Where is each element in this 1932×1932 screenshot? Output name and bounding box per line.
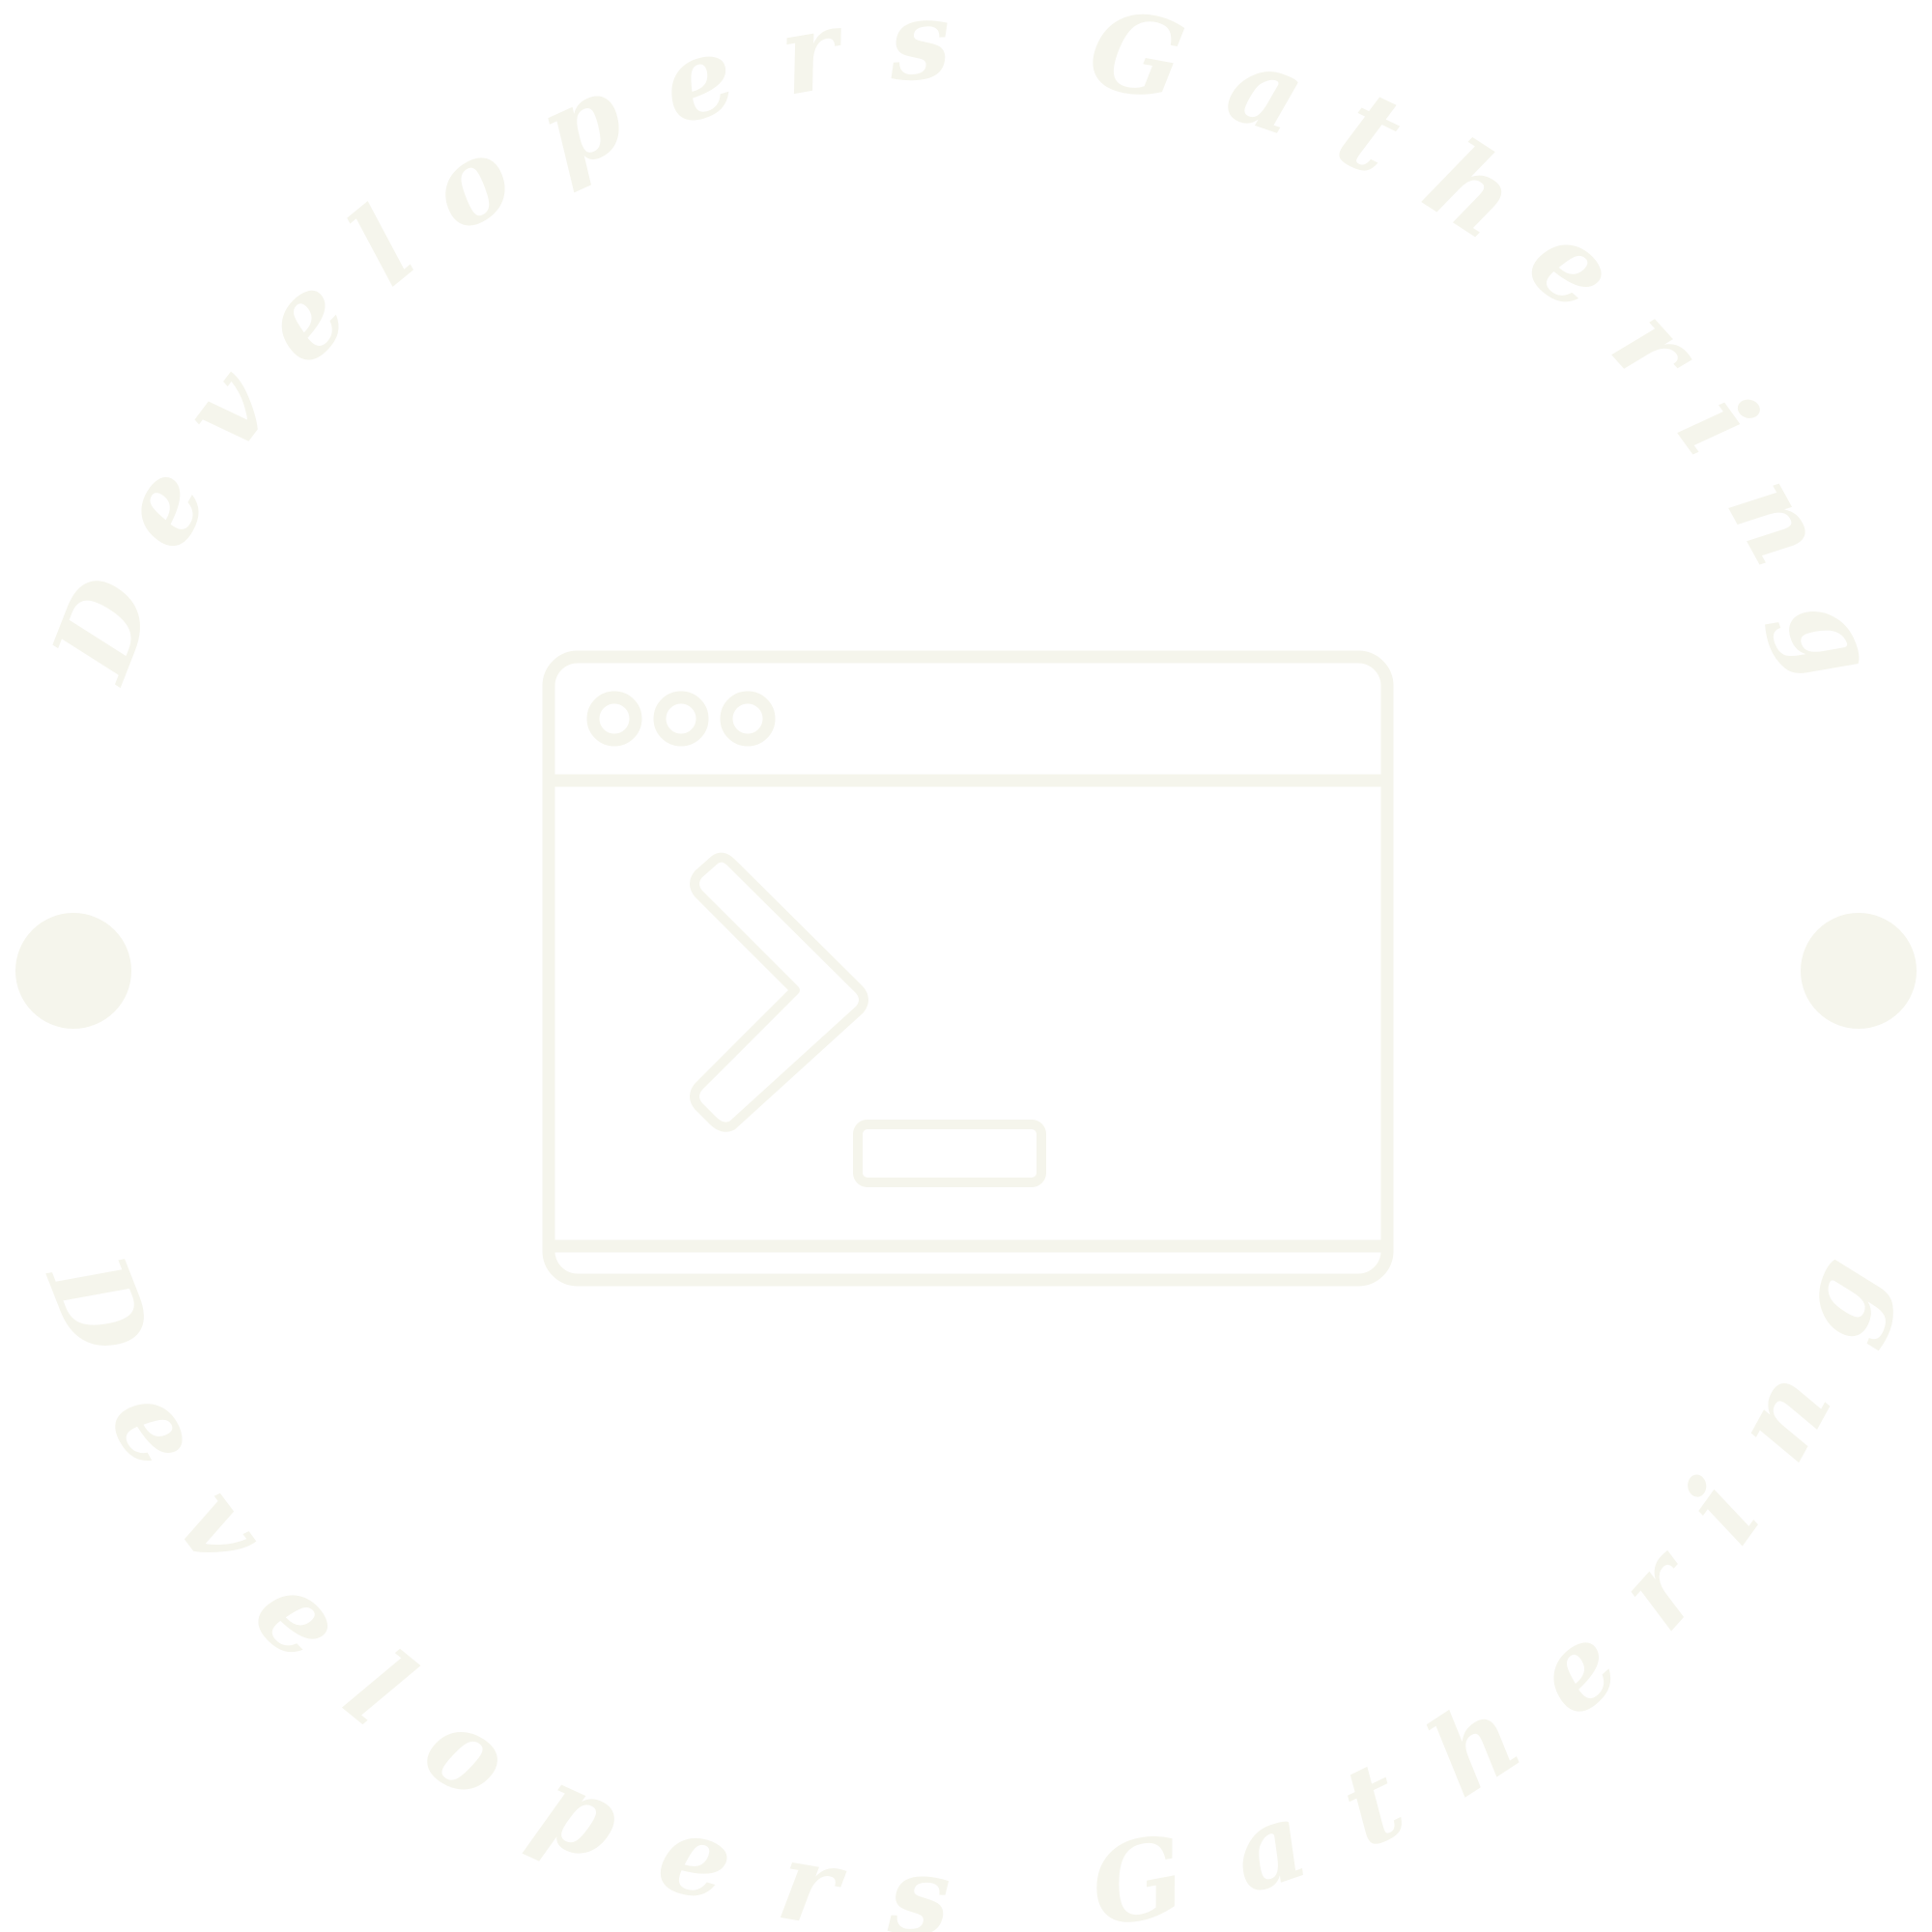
window-control-icon xyxy=(653,691,709,747)
developers-gathering-logo: Developers Gathering Developers Gatherin… xyxy=(15,0,1917,1932)
window-control-icon xyxy=(586,691,642,747)
window-control-icon xyxy=(720,691,776,747)
terminal-window-icon xyxy=(542,650,1394,1287)
bottom-arc-textpath: Developers Gathering xyxy=(21,1236,1910,1932)
logo-canvas: Developers Gathering Developers Gatherin… xyxy=(0,0,1932,1932)
top-arc-textpath: Developers Gathering xyxy=(27,0,1904,697)
top-arc-text: Developers Gathering xyxy=(27,0,1904,697)
left-dot xyxy=(15,913,131,1029)
chevron-prompt-icon xyxy=(690,852,868,1132)
bottom-arc-text: Developers Gathering xyxy=(21,1236,1910,1932)
cursor-underscore-icon xyxy=(853,1120,1046,1187)
right-dot xyxy=(1801,913,1917,1029)
